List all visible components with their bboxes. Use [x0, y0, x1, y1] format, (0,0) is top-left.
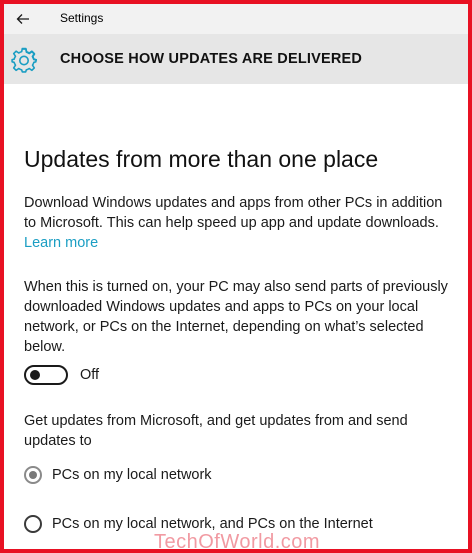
app-title: Settings: [60, 11, 104, 25]
radio-option-local-network[interactable]: PCs on my local network: [24, 466, 212, 484]
watermark: TechOfWorld.com: [154, 531, 321, 553]
section-title: Updates from more than one place: [24, 146, 379, 172]
toggle-knob: [30, 370, 40, 380]
radio-button[interactable]: [24, 515, 42, 533]
radio-label: PCs on my local network: [52, 467, 212, 483]
toggle-state-label: Off: [80, 367, 100, 383]
learn-more-link[interactable]: Learn more: [24, 235, 98, 251]
description-paragraph: Download Windows updates and apps from o…: [24, 193, 454, 253]
page-header: CHOOSE HOW UPDATES ARE DELIVERED: [4, 34, 468, 84]
gear-icon: [11, 47, 38, 73]
page-title: CHOOSE HOW UPDATES ARE DELIVERED: [60, 51, 363, 67]
settings-icon-container: [11, 47, 38, 73]
back-button[interactable]: [12, 9, 34, 29]
radio-button-selected[interactable]: [24, 466, 42, 484]
radio-label: PCs on my local network, and PCs on the …: [52, 516, 373, 532]
radio-dot: [29, 471, 37, 479]
back-arrow-icon: [16, 14, 29, 24]
update-source-description: Get updates from Microsoft, and get upda…: [24, 413, 408, 449]
description-text: Download Windows updates and apps from o…: [24, 195, 443, 231]
sharing-explanation: When this is turned on, your PC may also…: [24, 279, 448, 355]
delivery-optimization-toggle[interactable]: [24, 365, 68, 385]
settings-window: Settings CHOOSE HOW UPDATES ARE DELIVERE…: [0, 0, 472, 553]
title-bar: Settings: [4, 4, 468, 34]
